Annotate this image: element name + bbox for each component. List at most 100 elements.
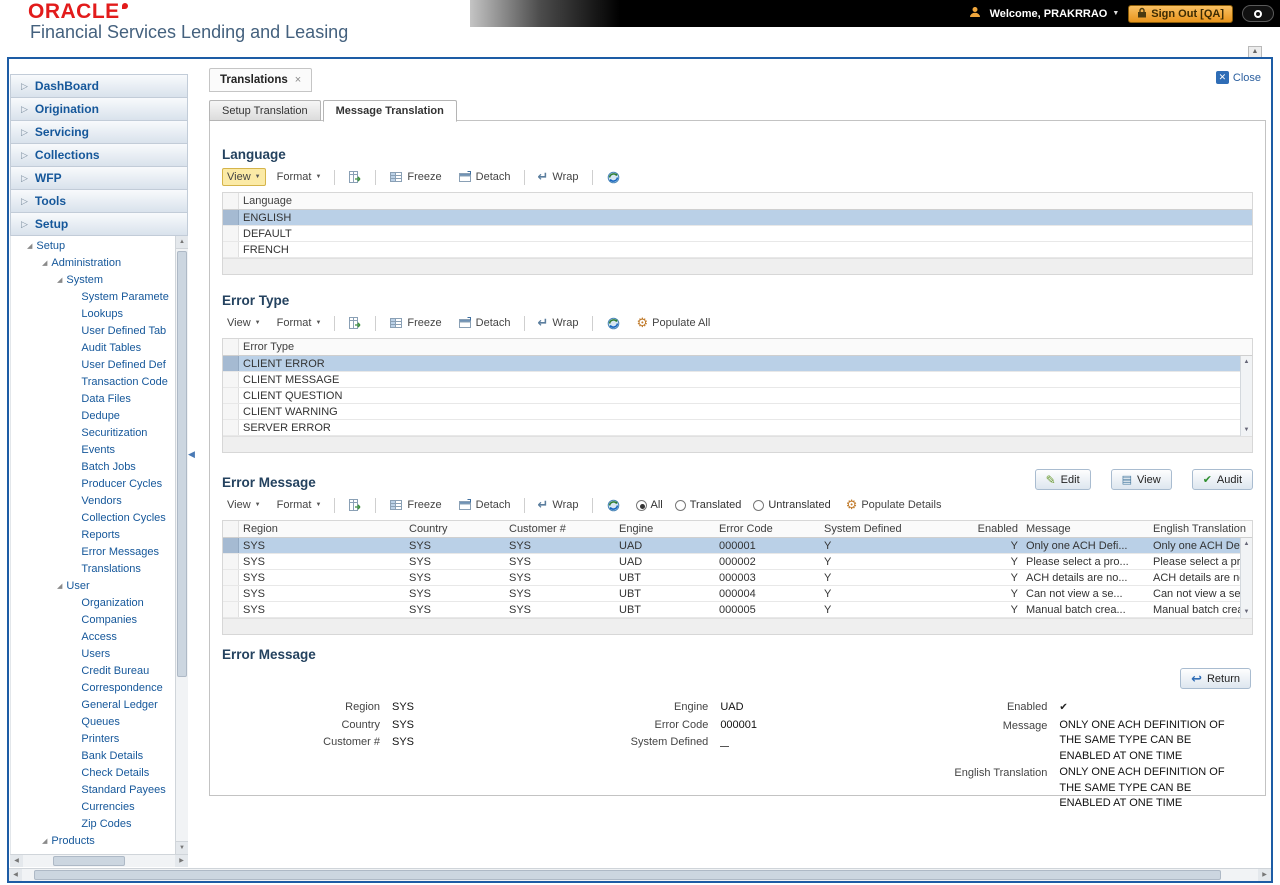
tree-item[interactable]: ◢ Setup — [11, 237, 175, 254]
enabled-cell[interactable]: Y — [922, 555, 1022, 569]
tree-item[interactable]: ◢ Currencies — [11, 798, 175, 815]
expand-icon[interactable]: ◢ — [57, 582, 62, 590]
message-cell[interactable]: Manual batch crea... — [1022, 603, 1149, 617]
row-gutter[interactable] — [223, 226, 239, 241]
english-translation-cell[interactable]: Please select a pro... — [1149, 555, 1252, 569]
sidebar-splitter[interactable]: ◀ — [188, 59, 195, 881]
country-cell[interactable]: SYS — [405, 587, 505, 601]
expand-icon[interactable]: ◢ — [27, 242, 32, 250]
scrollbar-track[interactable] — [23, 855, 175, 867]
scroll-up-icon[interactable]: ▲ — [1244, 541, 1250, 547]
wrap-button[interactable]: ↵ Wrap — [533, 314, 584, 332]
scrollbar-track[interactable] — [176, 249, 188, 841]
language-cell[interactable]: DEFAULT — [239, 227, 1252, 241]
tree-item[interactable]: ◢ Credit Bureau — [11, 662, 175, 679]
scroll-up-icon[interactable]: ▲ — [176, 236, 188, 249]
row-gutter[interactable] — [223, 356, 239, 371]
customer-cell[interactable]: SYS — [505, 587, 615, 601]
sidebar-accordion-item[interactable]: ▷ Servicing — [10, 120, 188, 144]
customer-cell[interactable]: SYS — [505, 603, 615, 617]
table-scrollbar[interactable]: ▲ ▼ — [1240, 356, 1252, 436]
table-row[interactable]: FRENCH — [223, 242, 1252, 258]
tree-item[interactable]: ◢ Securitization — [11, 424, 175, 441]
freeze-button[interactable]: Freeze — [384, 313, 446, 333]
tree-item[interactable]: ◢ Reports — [11, 526, 175, 543]
detach-button[interactable]: Detach — [453, 495, 516, 515]
table-row[interactable]: CLIENT QUESTION — [223, 388, 1252, 404]
row-gutter[interactable] — [223, 570, 239, 585]
column-header-region[interactable]: Region — [239, 522, 405, 536]
column-header-country[interactable]: Country — [405, 522, 505, 536]
format-menu-button[interactable]: Format ▼ — [272, 496, 327, 514]
tree-item[interactable]: ◢ Standard Payees — [11, 781, 175, 798]
error-type-cell[interactable]: CLIENT QUESTION — [239, 389, 1252, 403]
scroll-right-icon[interactable]: ▶ — [1258, 869, 1271, 881]
view-menu-button[interactable]: View ▼ — [222, 496, 266, 514]
region-cell[interactable]: SYS — [239, 571, 405, 585]
country-cell[interactable]: SYS — [405, 603, 505, 617]
column-header-engine[interactable]: Engine — [615, 522, 715, 536]
country-cell[interactable]: SYS — [405, 539, 505, 553]
tree-item[interactable]: ◢ Dedupe — [11, 407, 175, 424]
region-cell[interactable]: SYS — [239, 539, 405, 553]
country-cell[interactable]: SYS — [405, 571, 505, 585]
error-type-cell[interactable]: CLIENT ERROR — [239, 357, 1252, 371]
tree-item[interactable]: ◢ Collection Cycles — [11, 509, 175, 526]
message-cell[interactable]: Can not view a se... — [1022, 587, 1149, 601]
tree-item[interactable]: ◢ System — [11, 271, 175, 288]
table-row[interactable]: CLIENT ERROR — [223, 356, 1252, 372]
table-row[interactable]: ENGLISH — [223, 210, 1252, 226]
tree-item[interactable]: ◢ Administration — [11, 254, 175, 271]
sign-out-button[interactable]: Sign Out [QA] — [1128, 4, 1233, 23]
row-gutter[interactable] — [223, 372, 239, 387]
tree-item[interactable]: ◢ Bank Details — [11, 747, 175, 764]
tree-item[interactable]: ◢ Error Messages — [11, 543, 175, 560]
table-row[interactable]: SYS SYS SYS UBT 000005 Y Y Manual batch … — [223, 602, 1252, 618]
scrollbar-track[interactable] — [22, 869, 1258, 881]
tree-item[interactable]: ◢ Audit Tables — [11, 339, 175, 356]
tree-item[interactable]: ◢ Products — [11, 832, 175, 849]
table-scrollbar[interactable]: ▲ ▼ — [1240, 538, 1252, 618]
tree-item[interactable]: ◢ Lookups — [11, 305, 175, 322]
tree-item[interactable]: ◢ General Ledger — [11, 696, 175, 713]
system-defined-cell[interactable]: Y — [820, 539, 922, 553]
scrollbar-thumb[interactable] — [177, 251, 187, 678]
page-horizontal-scrollbar[interactable]: ◀ ▶ — [9, 868, 1271, 881]
error-type-cell[interactable]: CLIENT MESSAGE — [239, 373, 1252, 387]
scroll-down-icon[interactable]: ▼ — [1244, 609, 1250, 615]
column-header-enabled[interactable]: Enabled — [922, 522, 1022, 536]
detach-button[interactable]: Detach — [453, 313, 516, 333]
message-cell[interactable]: ACH details are no... — [1022, 571, 1149, 585]
enabled-cell[interactable]: Y — [922, 571, 1022, 585]
english-translation-cell[interactable]: Can not view a se... — [1149, 587, 1252, 601]
customer-cell[interactable]: SYS — [505, 555, 615, 569]
system-defined-cell[interactable]: Y — [820, 555, 922, 569]
engine-cell[interactable]: UBT — [615, 571, 715, 585]
sidebar-horizontal-scrollbar[interactable]: ◀ ▶ — [10, 854, 188, 867]
tree-item[interactable]: ◢ Vendors — [11, 492, 175, 509]
tree-scrollbar[interactable]: ▲ ▼ — [175, 236, 188, 854]
region-cell[interactable]: SYS — [239, 587, 405, 601]
export-to-excel-button[interactable] — [343, 313, 367, 333]
table-row[interactable]: SYS SYS SYS UBT 000003 Y Y ACH details a… — [223, 570, 1252, 586]
system-defined-cell[interactable]: Y — [820, 571, 922, 585]
close-button[interactable]: ✕ Close — [1215, 71, 1261, 84]
sidebar-accordion-item[interactable]: ▷ Setup — [10, 212, 188, 236]
filter-radio[interactable]: Translated — [674, 499, 741, 511]
engine-cell[interactable]: UAD — [615, 555, 715, 569]
column-header-english-translation[interactable]: English Translation — [1149, 522, 1252, 536]
wrap-button[interactable]: ↵ Wrap — [533, 168, 584, 186]
refresh-button[interactable] — [601, 313, 626, 334]
view-menu-button[interactable]: View ▼ — [222, 168, 266, 186]
splitter-collapse-icon[interactable]: ◀ — [188, 449, 195, 460]
customer-cell[interactable]: SYS — [505, 539, 615, 553]
tree-item[interactable]: ◢ Users — [11, 645, 175, 662]
engine-cell[interactable]: UBT — [615, 587, 715, 601]
language-table-header[interactable]: Language — [223, 193, 1252, 210]
row-gutter[interactable] — [223, 420, 239, 435]
error-code-cell[interactable]: 000002 — [715, 555, 820, 569]
sidebar-accordion-item[interactable]: ▷ Origination — [10, 97, 188, 121]
wrap-button[interactable]: ↵ Wrap — [533, 496, 584, 514]
format-menu-button[interactable]: Format ▼ — [272, 168, 327, 186]
tree-item[interactable]: ◢ Companies — [11, 611, 175, 628]
